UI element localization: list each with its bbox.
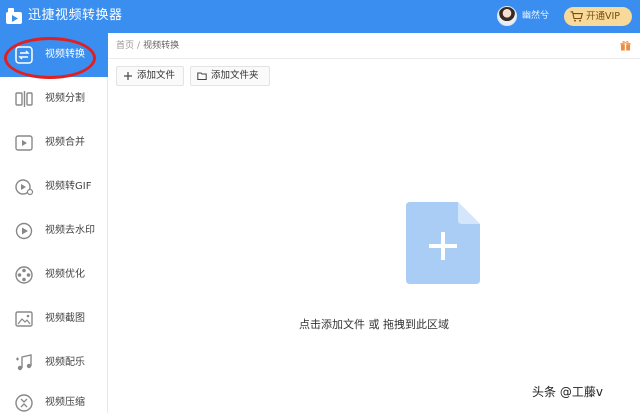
sidebar-item-video-convert[interactable]: 视频转换 [0,33,108,77]
gift-icon[interactable] [620,40,631,51]
avatar[interactable] [497,6,517,26]
convert-icon [15,46,33,64]
app-logo-icon [6,8,22,24]
plus-icon [124,72,132,80]
sidebar-item-watermark-remove[interactable]: 视频去水印 [0,209,108,253]
drop-zone-hint: 点击添加文件 或 拖拽到此区域 [299,318,449,331]
add-folder-label: 添加文件夹 [211,70,259,81]
app-title: 迅捷视频转换器 [28,8,123,23]
merge-icon [15,135,33,151]
sidebar-item-video-optimize[interactable]: 视频优化 [0,253,108,297]
drop-zone[interactable]: 点击添加文件 或 拖拽到此区域 [108,92,640,413]
compress-icon [15,394,33,412]
add-folder-button[interactable]: 添加文件夹 [190,66,270,86]
sidebar-item-label: 视频去水印 [45,225,95,236]
screenshot-icon [15,311,33,327]
sidebar-item-video-compress[interactable]: 视频压缩 [0,381,108,413]
sidebar-item-label: 视频优化 [45,269,85,280]
breadcrumb: 首页 / 视频转换 [116,40,179,52]
folder-icon [197,72,207,80]
split-icon [15,91,33,107]
breadcrumb-home[interactable]: 首页 [116,41,134,51]
add-file-button[interactable]: 添加文件 [116,66,184,86]
sidebar-item-video-screenshot[interactable]: 视频截图 [0,297,108,341]
sidebar: 视频转换 视频分割 视频合并 视频转GIF 视频去水印 视频优化 视频截图 视频… [0,33,108,413]
username[interactable]: 幽然兮 [522,10,549,22]
sidebar-item-label: 视频转换 [45,49,85,60]
add-file-icon[interactable] [406,202,480,284]
watermark-text: 头条 @工藤v [532,385,603,399]
music-icon [16,354,32,371]
sidebar-item-video-split[interactable]: 视频分割 [0,77,108,121]
optimize-icon [15,266,33,284]
breadcrumb-separator: / [137,41,141,51]
vip-button-label: 开通VIP [586,11,621,22]
gif-icon [15,179,34,196]
watermark-remove-icon [15,222,33,240]
cart-icon [570,11,583,22]
vip-button[interactable]: 开通VIP [564,7,632,26]
title-bar: 迅捷视频转换器 幽然兮 开通VIP [0,0,640,33]
sidebar-item-label: 视频合并 [45,137,85,148]
sidebar-item-label: 视频配乐 [45,357,85,368]
sidebar-item-video-merge[interactable]: 视频合并 [0,121,108,165]
sidebar-item-video-gif[interactable]: 视频转GIF [0,165,108,209]
sidebar-item-label: 视频分割 [45,93,85,104]
sidebar-item-label: 视频转GIF [45,181,92,192]
add-file-label: 添加文件 [137,70,176,81]
breadcrumb-current: 视频转换 [143,41,180,51]
sidebar-item-label: 视频压缩 [45,397,85,408]
divider [108,58,640,59]
sidebar-item-label: 视频截图 [45,313,85,324]
sidebar-item-video-music[interactable]: 视频配乐 [0,341,108,385]
